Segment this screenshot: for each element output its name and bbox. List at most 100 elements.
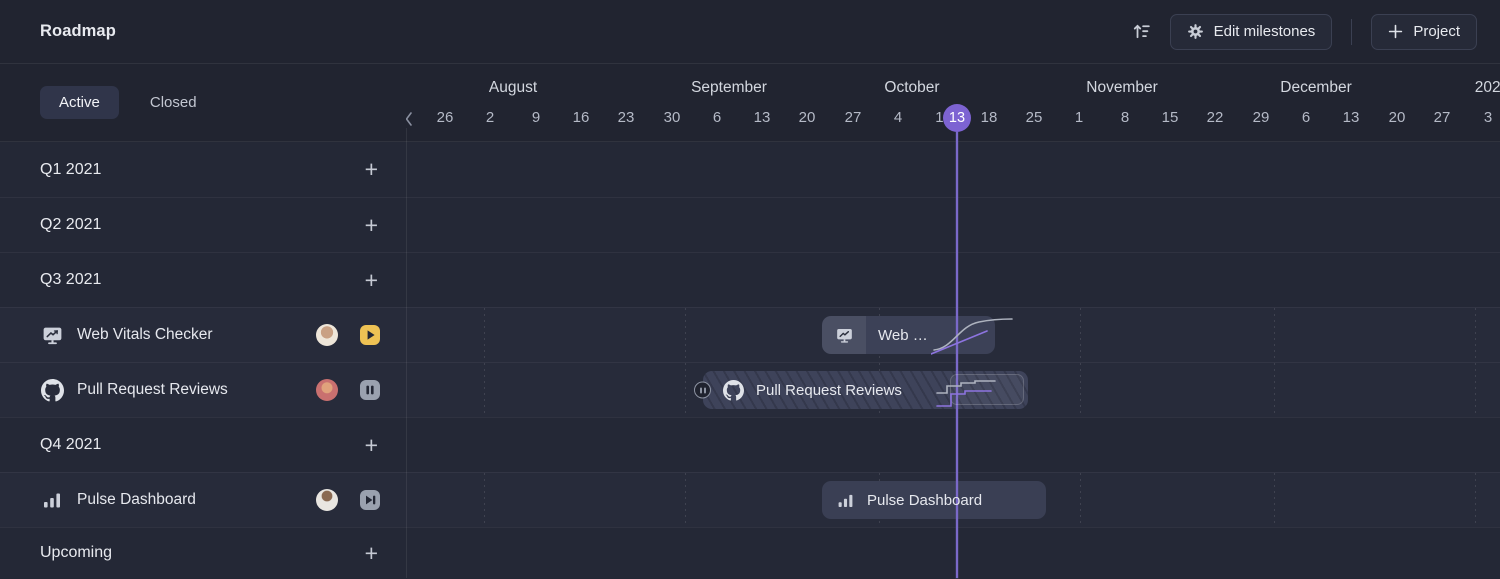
tab-closed[interactable]: Closed <box>131 86 216 119</box>
milestone-row-q4[interactable]: Q4 2021 + <box>0 418 406 472</box>
row-q4-2021: Q4 2021 + <box>0 417 1500 472</box>
sort-ascending-icon[interactable] <box>1127 17 1156 46</box>
week-tick: 2 <box>486 109 494 126</box>
timeline-bar-pulse-dashboard[interactable]: Pulse Dashboard <box>822 481 1046 519</box>
monitor-chart-icon <box>822 316 866 354</box>
progress-sparkline <box>931 314 1015 356</box>
week-tick: 20 <box>1389 109 1406 126</box>
row-web-vitals-checker: Web Vitals Checker <box>0 307 1500 362</box>
month-gridline <box>685 308 686 362</box>
month-gridline <box>1274 363 1275 417</box>
add-to-q4-button[interactable]: + <box>363 434 380 457</box>
status-in-progress-badge[interactable] <box>360 325 380 345</box>
row-pull-request-reviews: Pull Request Reviews <box>0 362 1500 417</box>
project-button-label: Project <box>1413 23 1460 40</box>
project-label: Pull Request Reviews <box>77 381 228 399</box>
row-upcoming: Upcoming + <box>0 527 1500 578</box>
month-label: September <box>691 79 767 97</box>
add-project-button[interactable]: Project <box>1371 14 1477 50</box>
week-tick: 13 <box>1343 109 1360 126</box>
edit-milestones-button[interactable]: Edit milestones <box>1170 14 1333 50</box>
project-label: Pulse Dashboard <box>77 491 196 509</box>
toolbar-divider <box>1351 19 1352 45</box>
month-gridline <box>484 473 485 527</box>
week-tick: 22 <box>1207 109 1224 126</box>
project-row-pulse-dashboard[interactable]: Pulse Dashboard <box>0 473 406 527</box>
roadmap-body: Active Closed AugustSeptemberOctoberNove… <box>0 64 1500 578</box>
bar-label: Pulse Dashboard <box>867 492 982 509</box>
month-label: December <box>1280 79 1352 97</box>
status-paused-badge[interactable] <box>360 380 380 400</box>
add-to-q1-button[interactable]: + <box>363 158 380 181</box>
row-q2-2021: Q2 2021 + <box>0 197 1500 252</box>
avatar[interactable] <box>316 489 338 511</box>
month-gridline <box>1080 308 1081 362</box>
tab-active[interactable]: Active <box>40 86 119 119</box>
month-gridline <box>1274 308 1275 362</box>
week-tick: 13 <box>754 109 771 126</box>
month-gridline <box>1080 473 1081 527</box>
month-label: 2022 <box>1475 79 1500 97</box>
top-bar: Roadmap Edit mile <box>0 0 1500 64</box>
project-row-web-vitals[interactable]: Web Vitals Checker <box>0 308 406 362</box>
bar-label: Web … <box>878 327 928 344</box>
month-gridline <box>1475 308 1476 362</box>
add-to-upcoming-button[interactable]: + <box>363 542 380 565</box>
paused-indicator-icon <box>694 382 711 399</box>
quarter-label: Q3 2021 <box>40 271 101 289</box>
quarter-label: Q1 2021 <box>40 161 101 179</box>
timeline-bar-pull-request-reviews[interactable]: Pull Request Reviews <box>703 371 1028 409</box>
project-label: Web Vitals Checker <box>77 326 213 344</box>
plus-icon <box>1388 24 1403 39</box>
week-tick: 27 <box>1434 109 1451 126</box>
row-pulse-dashboard: Pulse Dashboard <box>0 472 1500 527</box>
status-deferred-badge[interactable] <box>360 490 380 510</box>
row-q3-2021: Q3 2021 + <box>0 252 1500 307</box>
gear-icon <box>1187 23 1204 40</box>
month-gridline <box>484 308 485 362</box>
quarter-label: Q4 2021 <box>40 436 101 454</box>
milestone-row-q2[interactable]: Q2 2021 + <box>0 198 406 252</box>
week-tick: 26 <box>437 109 454 126</box>
pane-header: Active Closed AugustSeptemberOctoberNove… <box>0 64 1500 142</box>
week-tick: 4 <box>894 109 902 126</box>
bar-chart-icon <box>836 491 855 510</box>
timeline-bar-web-vitals[interactable]: Web … <box>822 316 995 354</box>
week-tick: 1 <box>1075 109 1083 126</box>
milestone-row-q3[interactable]: Q3 2021 + <box>0 253 406 307</box>
monitor-chart-icon <box>40 324 64 347</box>
month-label: August <box>489 79 537 97</box>
week-tick: 6 <box>1302 109 1310 126</box>
project-row-pull-request-reviews[interactable]: Pull Request Reviews <box>0 363 406 417</box>
month-label: November <box>1086 79 1158 97</box>
milestone-row-upcoming[interactable]: Upcoming + <box>0 528 406 578</box>
rows: Q1 2021 + Q2 2021 + Q3 2021 + <box>0 142 1500 578</box>
week-tick: 20 <box>799 109 816 126</box>
month-gridline <box>1080 363 1081 417</box>
add-to-q3-button[interactable]: + <box>363 269 380 292</box>
bar-chart-icon <box>40 489 64 511</box>
week-tick: 3 <box>1484 109 1492 126</box>
week-tick: 30 <box>664 109 681 126</box>
quarter-label: Q2 2021 <box>40 216 101 234</box>
month-gridline <box>484 363 485 417</box>
remaining-span-panel <box>950 374 1024 405</box>
month-gridline <box>1274 473 1275 527</box>
add-to-q2-button[interactable]: + <box>363 214 380 237</box>
milestone-row-q1[interactable]: Q1 2021 + <box>0 142 406 197</box>
sidebar-divider <box>406 128 407 578</box>
week-tick: 27 <box>845 109 862 126</box>
week-tick: 25 <box>1026 109 1043 126</box>
github-icon <box>723 380 744 401</box>
quarter-label: Upcoming <box>40 544 112 562</box>
github-icon <box>40 379 64 402</box>
bar-label: Pull Request Reviews <box>756 382 902 399</box>
avatar[interactable] <box>316 379 338 401</box>
week-tick: 6 <box>713 109 721 126</box>
scroll-left-icon[interactable] <box>406 110 416 133</box>
week-tick: 16 <box>573 109 590 126</box>
week-tick: 8 <box>1121 109 1129 126</box>
avatar[interactable] <box>316 324 338 346</box>
roadmap-app: Roadmap Edit mile <box>0 0 1500 579</box>
week-tick: 15 <box>1162 109 1179 126</box>
